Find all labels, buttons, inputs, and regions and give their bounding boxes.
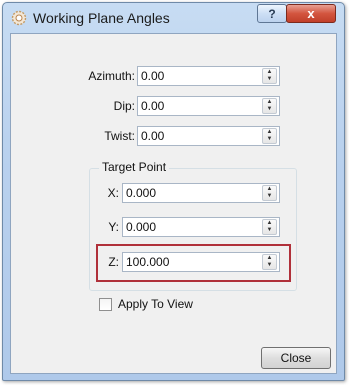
spin-down-icon[interactable]: ▼ [263, 193, 276, 200]
spin-down-icon[interactable]: ▼ [263, 76, 276, 83]
dip-input[interactable] [138, 97, 238, 115]
x-spinbox: ▲ ▼ [122, 183, 280, 203]
spin-down-icon[interactable]: ▼ [263, 227, 276, 234]
twist-label: Twist: [104, 129, 135, 143]
twist-spin-buttons[interactable]: ▲ ▼ [262, 128, 277, 144]
spin-up-icon[interactable]: ▲ [263, 69, 276, 76]
close-button[interactable]: Close [261, 347, 331, 369]
spin-up-icon[interactable]: ▲ [263, 99, 276, 106]
dip-spin-buttons[interactable]: ▲ ▼ [262, 98, 277, 114]
azimuth-spin-buttons[interactable]: ▲ ▼ [262, 68, 277, 84]
spin-up-icon[interactable]: ▲ [263, 255, 276, 262]
spin-up-icon[interactable]: ▲ [263, 186, 276, 193]
z-spin-buttons[interactable]: ▲ ▼ [262, 254, 277, 270]
apply-to-view-label[interactable]: Apply To View [118, 297, 193, 311]
x-input[interactable] [123, 184, 223, 202]
azimuth-label: Azimuth: [88, 69, 135, 83]
apply-to-view-checkbox[interactable] [99, 298, 112, 311]
dialog-body: Azimuth: ▲ ▼ Dip: ▲ ▼ Twist: ▲ ▼ [10, 33, 337, 374]
spin-up-icon[interactable]: ▲ [263, 129, 276, 136]
spin-down-icon[interactable]: ▼ [263, 136, 276, 143]
x-label: X: [107, 186, 119, 200]
window-close-button[interactable]: x [286, 4, 336, 23]
spin-down-icon[interactable]: ▼ [263, 262, 276, 269]
azimuth-input[interactable] [138, 67, 238, 85]
azimuth-spinbox: ▲ ▼ [137, 66, 280, 86]
z-label: Z: [108, 255, 119, 269]
target-point-title: Target Point [99, 160, 170, 174]
window-title: Working Plane Angles [33, 10, 170, 26]
title-bar[interactable]: Working Plane Angles ? x [3, 3, 344, 33]
y-input[interactable] [123, 218, 223, 236]
z-input[interactable] [123, 253, 223, 271]
twist-input[interactable] [138, 127, 238, 145]
y-label: Y: [108, 220, 119, 234]
y-spin-buttons[interactable]: ▲ ▼ [262, 219, 277, 235]
app-icon [11, 10, 27, 26]
y-spinbox: ▲ ▼ [122, 217, 280, 237]
dialog-window: Working Plane Angles ? x Azimuth: ▲ ▼ Di… [2, 2, 345, 381]
close-button-label: Close [280, 351, 312, 365]
spin-up-icon[interactable]: ▲ [263, 220, 276, 227]
dip-label: Dip: [113, 99, 135, 113]
dip-spinbox: ▲ ▼ [137, 96, 280, 116]
spin-down-icon[interactable]: ▼ [263, 106, 276, 113]
help-button[interactable]: ? [257, 4, 287, 23]
close-icon: x [307, 6, 315, 21]
z-spinbox: ▲ ▼ [122, 252, 280, 272]
twist-spinbox: ▲ ▼ [137, 126, 280, 146]
x-spin-buttons[interactable]: ▲ ▼ [262, 185, 277, 201]
help-icon: ? [268, 6, 276, 21]
